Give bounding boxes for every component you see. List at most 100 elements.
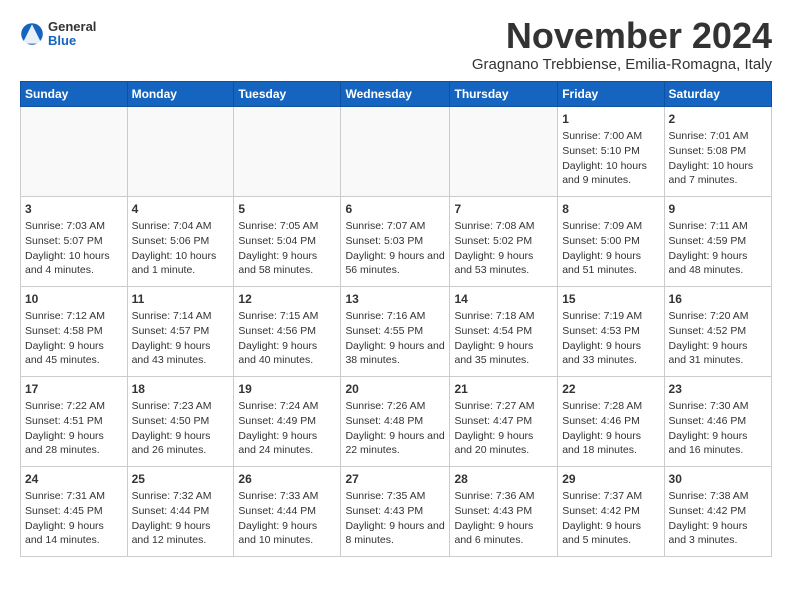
calendar-cell: 10Sunrise: 7:12 AMSunset: 4:58 PMDayligh… bbox=[21, 286, 128, 376]
day-number: 11 bbox=[132, 291, 230, 308]
day-number: 16 bbox=[669, 291, 767, 308]
calendar-cell: 29Sunrise: 7:37 AMSunset: 4:42 PMDayligh… bbox=[558, 466, 664, 556]
calendar-cell bbox=[127, 106, 234, 196]
day-info: Daylight: 9 hours and 18 minutes. bbox=[562, 429, 659, 458]
day-info: Sunset: 5:07 PM bbox=[25, 234, 123, 249]
calendar-cell: 12Sunrise: 7:15 AMSunset: 4:56 PMDayligh… bbox=[234, 286, 341, 376]
calendar-cell: 11Sunrise: 7:14 AMSunset: 4:57 PMDayligh… bbox=[127, 286, 234, 376]
day-number: 4 bbox=[132, 201, 230, 218]
day-info: Sunset: 4:42 PM bbox=[669, 504, 767, 519]
calendar-cell: 26Sunrise: 7:33 AMSunset: 4:44 PMDayligh… bbox=[234, 466, 341, 556]
month-title: November 2024 bbox=[472, 16, 772, 56]
day-info: Daylight: 9 hours and 12 minutes. bbox=[132, 519, 230, 548]
calendar-cell: 19Sunrise: 7:24 AMSunset: 4:49 PMDayligh… bbox=[234, 376, 341, 466]
day-number: 5 bbox=[238, 201, 336, 218]
day-info: Sunset: 4:49 PM bbox=[238, 414, 336, 429]
day-info: Sunrise: 7:23 AM bbox=[132, 399, 230, 414]
day-number: 2 bbox=[669, 111, 767, 128]
day-info: Sunset: 4:42 PM bbox=[562, 504, 659, 519]
day-info: Sunset: 4:52 PM bbox=[669, 324, 767, 339]
day-info: Sunrise: 7:22 AM bbox=[25, 399, 123, 414]
day-info: Sunrise: 7:33 AM bbox=[238, 489, 336, 504]
day-info: Daylight: 10 hours and 4 minutes. bbox=[25, 249, 123, 278]
day-number: 25 bbox=[132, 471, 230, 488]
day-number: 29 bbox=[562, 471, 659, 488]
calendar-cell: 8Sunrise: 7:09 AMSunset: 5:00 PMDaylight… bbox=[558, 196, 664, 286]
day-info: Sunset: 4:54 PM bbox=[454, 324, 553, 339]
calendar-cell: 30Sunrise: 7:38 AMSunset: 4:42 PMDayligh… bbox=[664, 466, 771, 556]
day-info: Daylight: 9 hours and 16 minutes. bbox=[669, 429, 767, 458]
calendar-cell: 25Sunrise: 7:32 AMSunset: 4:44 PMDayligh… bbox=[127, 466, 234, 556]
day-info: Daylight: 9 hours and 14 minutes. bbox=[25, 519, 123, 548]
day-number: 15 bbox=[562, 291, 659, 308]
day-info: Sunrise: 7:27 AM bbox=[454, 399, 553, 414]
day-number: 19 bbox=[238, 381, 336, 398]
calendar-cell bbox=[21, 106, 128, 196]
day-info: Sunrise: 7:16 AM bbox=[345, 309, 445, 324]
day-info: Sunrise: 7:24 AM bbox=[238, 399, 336, 414]
day-info: Daylight: 10 hours and 1 minute. bbox=[132, 249, 230, 278]
day-info: Daylight: 9 hours and 26 minutes. bbox=[132, 429, 230, 458]
calendar-cell: 20Sunrise: 7:26 AMSunset: 4:48 PMDayligh… bbox=[341, 376, 450, 466]
day-info: Sunset: 4:51 PM bbox=[25, 414, 123, 429]
day-info: Sunset: 4:44 PM bbox=[132, 504, 230, 519]
calendar-cell: 24Sunrise: 7:31 AMSunset: 4:45 PMDayligh… bbox=[21, 466, 128, 556]
day-info: Sunrise: 7:26 AM bbox=[345, 399, 445, 414]
calendar-week-5: 24Sunrise: 7:31 AMSunset: 4:45 PMDayligh… bbox=[21, 466, 772, 556]
calendar-cell: 9Sunrise: 7:11 AMSunset: 4:59 PMDaylight… bbox=[664, 196, 771, 286]
day-info: Sunrise: 7:15 AM bbox=[238, 309, 336, 324]
day-info: Sunrise: 7:18 AM bbox=[454, 309, 553, 324]
day-number: 10 bbox=[25, 291, 123, 308]
day-info: Sunrise: 7:20 AM bbox=[669, 309, 767, 324]
day-info: Daylight: 9 hours and 3 minutes. bbox=[669, 519, 767, 548]
day-info: Sunset: 4:45 PM bbox=[25, 504, 123, 519]
day-info: Sunset: 4:44 PM bbox=[238, 504, 336, 519]
weekday-header-monday: Monday bbox=[127, 81, 234, 106]
day-info: Sunrise: 7:12 AM bbox=[25, 309, 123, 324]
day-info: Sunset: 5:10 PM bbox=[562, 144, 659, 159]
day-info: Daylight: 9 hours and 5 minutes. bbox=[562, 519, 659, 548]
calendar-cell: 16Sunrise: 7:20 AMSunset: 4:52 PMDayligh… bbox=[664, 286, 771, 376]
calendar-cell: 27Sunrise: 7:35 AMSunset: 4:43 PMDayligh… bbox=[341, 466, 450, 556]
calendar-cell: 14Sunrise: 7:18 AMSunset: 4:54 PMDayligh… bbox=[450, 286, 558, 376]
day-number: 18 bbox=[132, 381, 230, 398]
day-number: 26 bbox=[238, 471, 336, 488]
day-info: Sunrise: 7:31 AM bbox=[25, 489, 123, 504]
day-number: 9 bbox=[669, 201, 767, 218]
day-info: Sunrise: 7:28 AM bbox=[562, 399, 659, 414]
calendar-cell: 21Sunrise: 7:27 AMSunset: 4:47 PMDayligh… bbox=[450, 376, 558, 466]
calendar-cell: 15Sunrise: 7:19 AMSunset: 4:53 PMDayligh… bbox=[558, 286, 664, 376]
calendar-cell bbox=[450, 106, 558, 196]
day-info: Sunrise: 7:35 AM bbox=[345, 489, 445, 504]
day-info: Daylight: 9 hours and 22 minutes. bbox=[345, 429, 445, 458]
weekday-row: SundayMondayTuesdayWednesdayThursdayFrid… bbox=[21, 81, 772, 106]
title-area: November 2024 Gragnano Trebbiense, Emili… bbox=[472, 16, 772, 73]
day-info: Sunrise: 7:38 AM bbox=[669, 489, 767, 504]
day-number: 7 bbox=[454, 201, 553, 218]
day-info: Sunrise: 7:09 AM bbox=[562, 219, 659, 234]
day-info: Daylight: 9 hours and 53 minutes. bbox=[454, 249, 553, 278]
logo-general-text: General bbox=[48, 20, 96, 34]
day-info: Sunset: 4:43 PM bbox=[454, 504, 553, 519]
day-info: Daylight: 9 hours and 24 minutes. bbox=[238, 429, 336, 458]
calendar-body: 1Sunrise: 7:00 AMSunset: 5:10 PMDaylight… bbox=[21, 106, 772, 556]
calendar-cell: 17Sunrise: 7:22 AMSunset: 4:51 PMDayligh… bbox=[21, 376, 128, 466]
day-info: Sunset: 5:06 PM bbox=[132, 234, 230, 249]
day-info: Daylight: 9 hours and 35 minutes. bbox=[454, 339, 553, 368]
day-info: Sunrise: 7:36 AM bbox=[454, 489, 553, 504]
calendar-cell: 7Sunrise: 7:08 AMSunset: 5:02 PMDaylight… bbox=[450, 196, 558, 286]
day-number: 21 bbox=[454, 381, 553, 398]
weekday-header-tuesday: Tuesday bbox=[234, 81, 341, 106]
calendar-week-2: 3Sunrise: 7:03 AMSunset: 5:07 PMDaylight… bbox=[21, 196, 772, 286]
day-info: Sunset: 5:04 PM bbox=[238, 234, 336, 249]
logo: General Blue bbox=[20, 20, 96, 49]
day-info: Sunrise: 7:03 AM bbox=[25, 219, 123, 234]
day-info: Sunrise: 7:11 AM bbox=[669, 219, 767, 234]
day-info: Daylight: 9 hours and 58 minutes. bbox=[238, 249, 336, 278]
day-info: Sunrise: 7:32 AM bbox=[132, 489, 230, 504]
day-number: 24 bbox=[25, 471, 123, 488]
weekday-header-sunday: Sunday bbox=[21, 81, 128, 106]
day-info: Sunset: 4:47 PM bbox=[454, 414, 553, 429]
calendar-cell: 28Sunrise: 7:36 AMSunset: 4:43 PMDayligh… bbox=[450, 466, 558, 556]
calendar-table: SundayMondayTuesdayWednesdayThursdayFrid… bbox=[20, 81, 772, 557]
